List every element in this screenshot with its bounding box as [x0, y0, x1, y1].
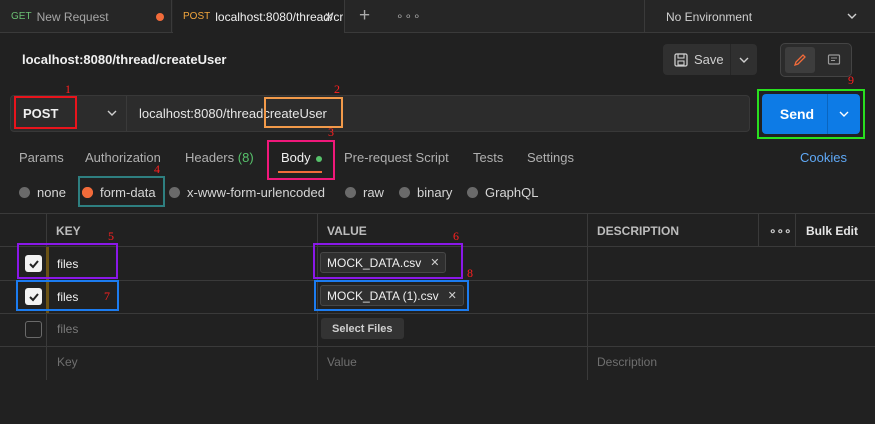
cookies-link[interactable]: Cookies	[800, 150, 847, 165]
radio-graphql[interactable]: GraphQL	[467, 185, 538, 200]
annotation-box-5	[17, 243, 118, 279]
chevron-down-icon	[847, 13, 857, 19]
url-bar: POST localhost:8080/thread createUser	[10, 95, 750, 132]
annotation-number-5: 5	[108, 229, 114, 243]
tab-authorization[interactable]: Authorization	[85, 150, 161, 165]
key-input[interactable]: Key	[57, 355, 78, 369]
column-divider	[587, 214, 588, 380]
annotation-number-1: 1	[65, 82, 71, 96]
annotation-number-8: 8	[467, 266, 473, 280]
tab-pre-request-script[interactable]: Pre-request Script	[344, 150, 449, 165]
edit-mode-button[interactable]	[785, 47, 815, 73]
view-mode-toggle	[780, 43, 852, 77]
headers-count: (8)	[237, 150, 254, 165]
radio-label: x-www-form-urlencoded	[187, 185, 325, 200]
annotation-box-4	[78, 176, 165, 207]
column-header-description: DESCRIPTION	[597, 224, 680, 238]
postman-window: GET New Request POST localhost:8080/thre…	[0, 0, 875, 424]
tab-tests[interactable]: Tests	[473, 150, 503, 165]
annotation-box-6	[313, 243, 463, 279]
save-options-button[interactable]	[731, 44, 757, 75]
chevron-down-icon	[107, 110, 117, 116]
tab-bar: GET New Request POST localhost:8080/thre…	[0, 0, 875, 33]
column-divider	[758, 214, 759, 246]
tab-headers-label: Headers	[185, 150, 235, 165]
save-label: Save	[694, 52, 724, 67]
radio-none[interactable]: none	[19, 185, 66, 200]
annotation-number-2: 2	[334, 82, 340, 96]
radio-label: raw	[363, 185, 384, 200]
tab-settings[interactable]: Settings	[527, 150, 574, 165]
close-icon[interactable]: ✕	[324, 10, 334, 24]
radio-circle-icon	[169, 187, 180, 198]
row-key-placeholder[interactable]: files	[57, 322, 78, 336]
column-header-value: VALUE	[327, 224, 367, 238]
annotation-number-9: 9	[848, 73, 854, 87]
tab-method-badge: GET	[11, 11, 32, 22]
radio-binary[interactable]: binary	[399, 185, 452, 200]
row-checkbox[interactable]	[25, 321, 42, 338]
annotation-box-9	[757, 89, 865, 139]
radio-circle-icon	[399, 187, 410, 198]
radio-circle-icon	[345, 187, 356, 198]
tab-create-user[interactable]: POST localhost:8080/thread/createUser ✕	[173, 0, 345, 33]
annotation-box-8	[314, 280, 469, 311]
unsaved-dot-icon	[156, 13, 164, 21]
pencil-icon	[793, 54, 806, 67]
annotation-number-4: 4	[154, 162, 160, 176]
save-button-group: Save	[663, 44, 757, 75]
row-divider	[0, 346, 875, 347]
radio-circle-icon	[467, 187, 478, 198]
environment-label: No Environment	[666, 9, 753, 24]
column-divider	[795, 214, 796, 246]
save-button[interactable]: Save	[663, 44, 731, 75]
annotation-number-3: 3	[328, 125, 334, 139]
chevron-down-icon	[739, 57, 749, 63]
column-header-key: KEY	[56, 224, 81, 238]
radio-raw[interactable]: raw	[345, 185, 384, 200]
annotation-number-7: 7	[104, 289, 110, 303]
comment-doc-icon	[827, 54, 841, 65]
tab-method-badge: POST	[183, 11, 211, 22]
url-prefix: localhost:8080/thread	[139, 106, 264, 121]
radio-circle-icon	[19, 187, 30, 198]
radio-label: none	[37, 185, 66, 200]
value-input[interactable]: Value	[327, 355, 357, 369]
tab-title: New Request	[36, 9, 109, 24]
radio-label: binary	[417, 185, 453, 200]
annotation-box-3	[267, 140, 335, 180]
annotation-box-1	[14, 96, 77, 129]
more-tabs-icon[interactable]: ∘∘∘	[396, 9, 422, 23]
tab-params[interactable]: Params	[19, 150, 64, 165]
tab-new-request[interactable]: GET New Request	[0, 0, 172, 33]
annotation-number-6: 6	[453, 229, 459, 243]
radio-x-www-form-urlencoded[interactable]: x-www-form-urlencoded	[169, 185, 325, 200]
bulk-edit-button[interactable]: Bulk Edit	[806, 224, 858, 238]
environment-selector[interactable]: No Environment	[644, 0, 875, 33]
table-more-icon[interactable]: ∘∘∘	[769, 224, 792, 238]
row-divider	[0, 313, 875, 314]
radio-label: GraphQL	[485, 185, 539, 200]
description-input[interactable]: Description	[597, 355, 657, 369]
select-files-button[interactable]: Select Files	[321, 318, 404, 339]
request-title: localhost:8080/thread/createUser	[22, 52, 227, 67]
save-icon	[674, 52, 688, 67]
tab-headers[interactable]: Headers (8)	[185, 150, 254, 165]
new-tab-plus-icon[interactable]: +	[359, 6, 370, 26]
annotation-box-2	[264, 97, 343, 128]
documentation-mode-button[interactable]	[819, 47, 849, 73]
